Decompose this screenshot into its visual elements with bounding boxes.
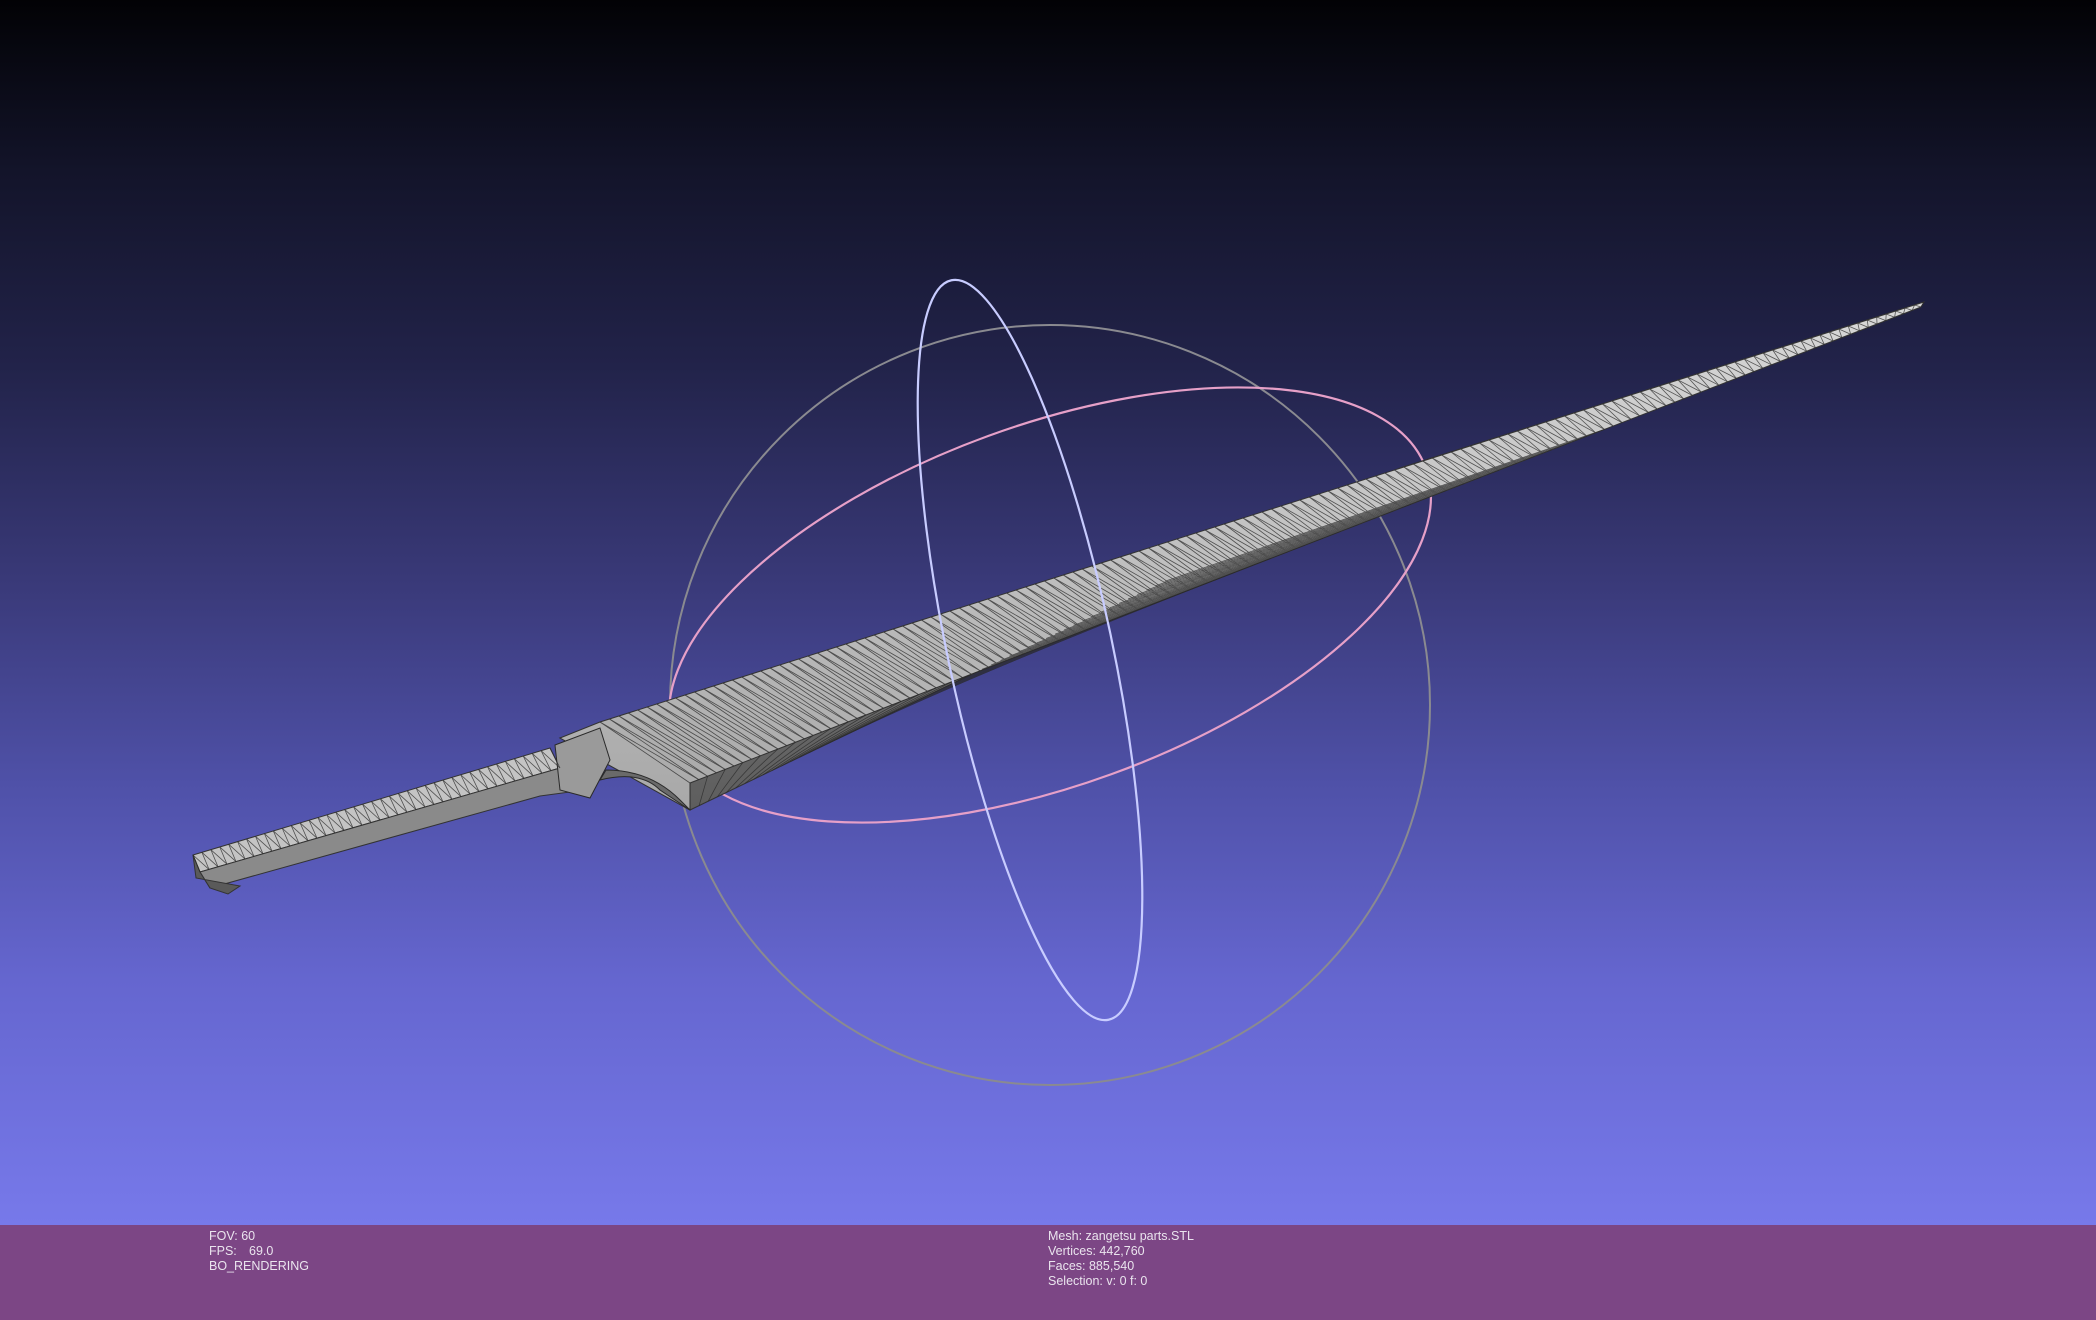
render-mode: BO_RENDERING (209, 1259, 310, 1273)
status-bar: FOV: 60 FPS: 69.0 BO_RENDERING Mesh: zang… (0, 1225, 2096, 1320)
mesh-info: Mesh: zangetsu parts.STL Vertices: 442,7… (1048, 1229, 1194, 1289)
tang-top-face (192, 747, 561, 873)
face-count: Faces: 885,540 (1048, 1259, 1135, 1273)
fov-value: 60 (241, 1229, 256, 1243)
selection-info: Selection: v: 0 f: 0 (1048, 1274, 1148, 1288)
tang-side-face (199, 767, 571, 889)
3d-viewport[interactable] (0, 0, 2096, 1225)
meshlab-window: FOV: 60 FPS: 69.0 BO_RENDERING Mesh: zang… (0, 0, 2096, 1320)
fov-readout: FOV: 60 (209, 1229, 309, 1244)
mesh-name: Mesh: zangetsu parts.STL (1048, 1229, 1194, 1243)
fov-label: FOV: (209, 1229, 238, 1243)
sword-blade-mesh[interactable] (192, 301, 1926, 895)
render-info: FOV: 60 FPS: 69.0 BO_RENDERING (209, 1229, 309, 1274)
scene-canvas[interactable] (0, 0, 2096, 1225)
fps-value: 69.0 (249, 1244, 274, 1258)
fps-readout: FPS: 69.0 (209, 1244, 309, 1259)
fps-label: FPS: (209, 1244, 237, 1258)
vertex-count: Vertices: 442,760 (1048, 1244, 1145, 1258)
